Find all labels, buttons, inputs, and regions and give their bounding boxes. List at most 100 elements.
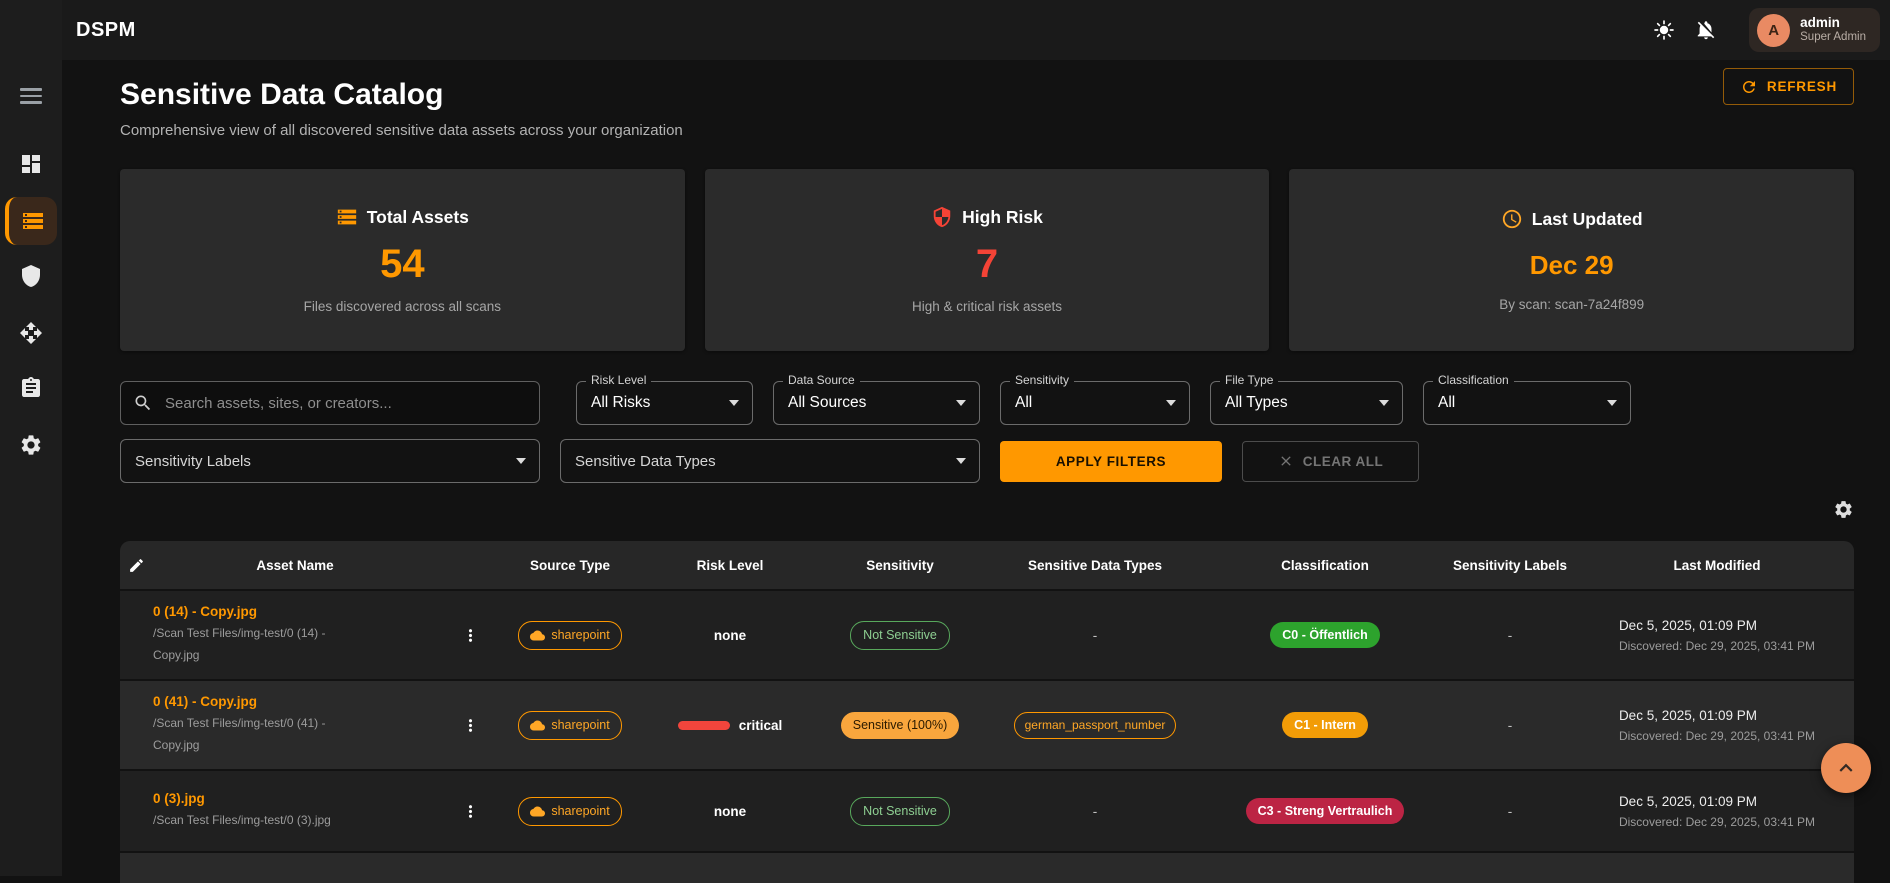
table-cell: -	[1440, 628, 1580, 643]
filter-select-sensitivity[interactable]: SensitivityAll	[1000, 381, 1190, 425]
stat-card-caption: High & critical risk assets	[912, 299, 1062, 314]
empty-value: -	[1508, 804, 1513, 819]
row-menu-button[interactable]	[461, 716, 480, 735]
stat-card-0: Total Assets54Files discovered across al…	[120, 169, 685, 351]
filter-select-label: Sensitivity	[1010, 373, 1074, 387]
sidebar-item-settings[interactable]	[0, 421, 62, 469]
sidebar-item-dashboard[interactable]	[0, 140, 62, 188]
edit-column-header	[120, 541, 150, 589]
column-header: Sensitivity Labels	[1440, 541, 1580, 589]
theme-toggle-button[interactable]	[1643, 9, 1685, 51]
cloud-icon	[530, 804, 545, 819]
filter-select-sensitive-data-types[interactable]: Sensitive Data Types	[560, 439, 980, 483]
catalog-list-icon	[336, 206, 358, 228]
notifications-button[interactable]	[1685, 9, 1727, 51]
filter-select-sensitivity-labels[interactable]: Sensitivity Labels	[120, 439, 540, 483]
filter-select-file-type[interactable]: File TypeAll Types	[1210, 381, 1403, 425]
empty-value: -	[1508, 718, 1513, 733]
filter-select-value: All Sources	[788, 394, 866, 412]
asset-name-link[interactable]: 0 (3).jpg	[153, 791, 205, 806]
apply-filters-button[interactable]: APPLY FILTERS	[1000, 441, 1222, 482]
stat-card-title-text: Last Updated	[1532, 209, 1643, 230]
discovered-date: Discovered: Dec 29, 2025, 03:41 PM	[1619, 729, 1815, 743]
dashboard-icon	[19, 152, 43, 176]
user-menu[interactable]: A admin Super Admin	[1749, 8, 1880, 52]
filter-select-value: All Risks	[591, 394, 650, 412]
chevron-up-icon	[1833, 755, 1859, 781]
stat-card-2: Last UpdatedDec 29By scan: scan-7a24f899	[1289, 169, 1854, 351]
filter-select-classification[interactable]: ClassificationAll	[1423, 381, 1631, 425]
table-row: 0 (3).jpg/Scan Test Files/img-test/0 (3)…	[120, 769, 1854, 851]
filter-select-value: All	[1015, 394, 1032, 412]
row-menu-button[interactable]	[461, 802, 480, 821]
table-cell: Sensitive (100%)	[820, 712, 980, 739]
table-cell: sharepoint	[500, 797, 640, 826]
sidebar-item-reports[interactable]	[0, 364, 62, 412]
asset-path: /Scan Test Files/img-test/0 (41) - Copy.…	[153, 712, 358, 756]
search-box[interactable]	[120, 381, 540, 425]
table-cell: C3 - Streng Vertraulich	[1210, 798, 1440, 824]
empty-value: -	[1093, 628, 1098, 643]
last-modified: Dec 5, 2025, 01:09 PMDiscovered: Dec 29,…	[1619, 618, 1815, 653]
table-cell	[440, 716, 500, 735]
clear-all-button[interactable]: CLEAR ALL	[1242, 441, 1419, 482]
row-menu-button[interactable]	[461, 626, 480, 645]
table-cell: -	[980, 628, 1210, 643]
discovered-date: Discovered: Dec 29, 2025, 03:41 PM	[1619, 639, 1815, 653]
sidebar-item-data-movement[interactable]	[0, 309, 62, 357]
table-cell: Not Sensitive	[820, 621, 980, 650]
stat-card-title-text: Total Assets	[367, 207, 469, 228]
filter-select-value: Sensitivity Labels	[135, 453, 251, 470]
sensitivity-chip: Not Sensitive	[850, 621, 950, 650]
classification-chip: C3 - Streng Vertraulich	[1246, 798, 1405, 824]
search-input[interactable]	[163, 394, 527, 413]
clock-icon	[1501, 208, 1523, 230]
gear-icon	[19, 433, 43, 457]
stat-card-value: 54	[380, 242, 425, 287]
discovered-date: Discovered: Dec 29, 2025, 03:41 PM	[1619, 815, 1815, 829]
table-cell: sharepoint	[500, 711, 640, 740]
filters-row-1: Risk LevelAll Risks Data SourceAll Source…	[120, 381, 1854, 425]
source-type-label: sharepoint	[551, 718, 609, 732]
table-cell: Not Sensitive	[820, 797, 980, 826]
risk-label: critical	[739, 718, 783, 733]
stat-card-1: High Risk7High & critical risk assets	[705, 169, 1270, 351]
table-settings-button[interactable]	[1833, 499, 1854, 523]
table-cell: sharepoint	[500, 621, 640, 650]
table-cell	[440, 802, 500, 821]
table-cell: C0 - Öffentlich	[1210, 622, 1440, 648]
column-header: Risk Level	[640, 541, 820, 589]
sidebar-item-data-catalog[interactable]	[5, 197, 57, 245]
classification-chip: C0 - Öffentlich	[1270, 622, 1379, 648]
page-title: Sensitive Data Catalog	[120, 78, 1854, 112]
table-row-partial	[120, 851, 1854, 883]
classification-chip: C1 - Intern	[1282, 712, 1368, 738]
clipboard-icon	[19, 376, 43, 400]
table-cell: german_passport_number	[980, 712, 1210, 739]
cloud-icon	[530, 628, 545, 643]
asset-name-link[interactable]: 0 (41) - Copy.jpg	[153, 694, 257, 709]
close-icon	[1278, 453, 1294, 469]
filter-select-data-source[interactable]: Data SourceAll Sources	[773, 381, 980, 425]
risk-level: none	[714, 628, 746, 643]
chevron-down-icon	[1607, 400, 1617, 406]
user-role: Super Admin	[1800, 31, 1866, 45]
last-modified: Dec 5, 2025, 01:09 PMDiscovered: Dec 29,…	[1619, 794, 1815, 829]
table-settings-row	[120, 499, 1854, 523]
sidebar-item-menu[interactable]	[0, 72, 62, 120]
asset-path: /Scan Test Files/img-test/0 (14) - Copy.…	[153, 622, 358, 666]
scroll-to-top-button[interactable]	[1821, 743, 1871, 793]
topbar-actions: A admin Super Admin	[1643, 8, 1880, 52]
table-cell: none	[640, 804, 820, 819]
cloud-icon	[530, 718, 545, 733]
sidebar-item-security[interactable]	[0, 252, 62, 300]
asset-name-link[interactable]: 0 (14) - Copy.jpg	[153, 604, 257, 619]
filter-select-risk-level[interactable]: Risk LevelAll Risks	[576, 381, 753, 425]
filter-select-value: All Types	[1225, 394, 1288, 412]
stat-card-caption: By scan: scan-7a24f899	[1499, 297, 1644, 312]
last-modified: Dec 5, 2025, 01:09 PMDiscovered: Dec 29,…	[1619, 708, 1815, 743]
page-subtitle: Comprehensive view of all discovered sen…	[120, 122, 1854, 139]
risk-label: none	[714, 628, 746, 643]
refresh-button[interactable]: REFRESH	[1723, 68, 1854, 105]
chevron-down-icon	[956, 458, 966, 464]
